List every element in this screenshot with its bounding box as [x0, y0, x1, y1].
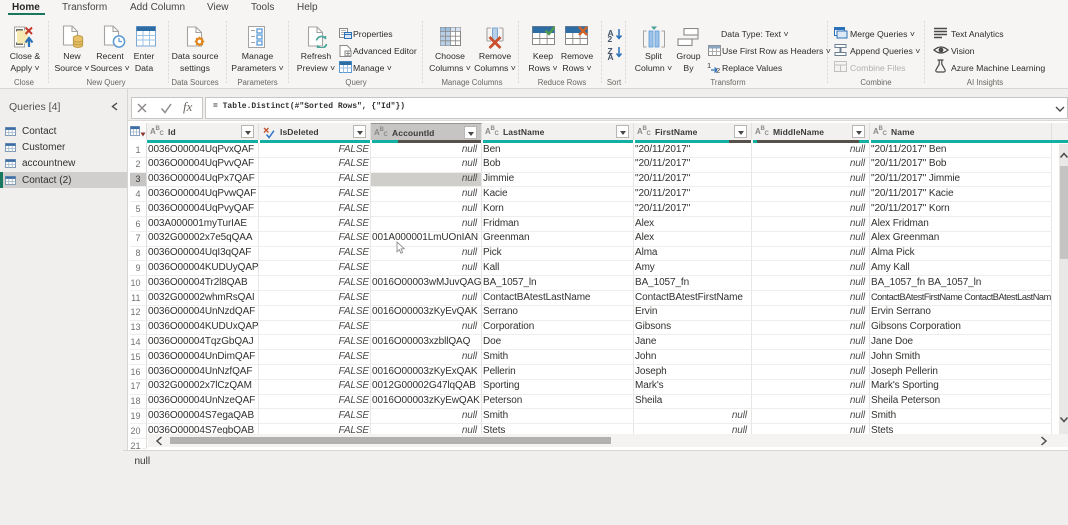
svg-text:2: 2 [716, 66, 720, 73]
svg-text:1: 1 [707, 61, 711, 70]
